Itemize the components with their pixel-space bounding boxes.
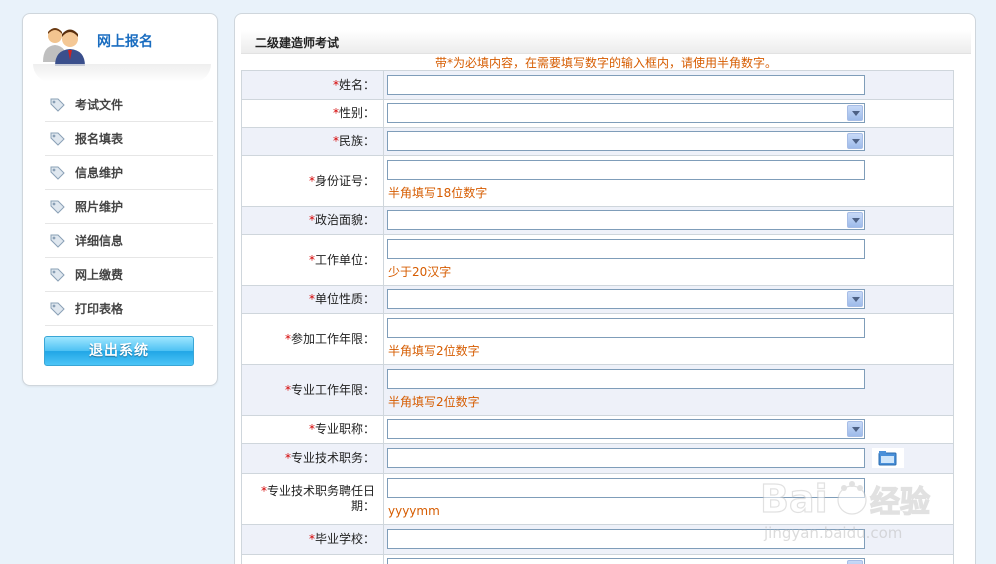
field-hint: 半角填写18位数字 xyxy=(388,186,488,200)
field-label: * 专业技术职务： xyxy=(242,444,384,473)
sidebar-item-details[interactable]: 详细信息 xyxy=(45,224,213,258)
sidebar-item-registration-form[interactable]: 报名填表 xyxy=(45,122,213,156)
field-hint: yyyymm xyxy=(388,504,440,518)
field-hint: 少于20汉字 xyxy=(388,265,452,279)
tag-icon xyxy=(50,166,65,180)
form-row-professional-years: * 专业工作年限： 半角填写2位数字 xyxy=(242,365,953,416)
chevron-down-icon[interactable] xyxy=(847,421,863,437)
field-label: * 身份证号： xyxy=(242,156,384,206)
page-title: 二级建造师考试 xyxy=(255,36,340,50)
field-hint: 半角填写2位数字 xyxy=(388,344,480,358)
sidebar-menu: 考试文件 报名填表 信息维护 照片维护 详细信息 网上缴费 打印表格 xyxy=(45,88,213,326)
sidebar-header-shadow xyxy=(33,64,211,82)
tag-icon xyxy=(50,268,65,282)
chevron-down-icon[interactable] xyxy=(847,133,863,149)
sidebar-item-label: 详细信息 xyxy=(75,234,124,248)
sidebar-item-photo-maintenance[interactable]: 照片维护 xyxy=(45,190,213,224)
id-number-input[interactable] xyxy=(387,160,865,180)
appointment-date-input[interactable] xyxy=(387,478,865,498)
tag-icon xyxy=(50,98,65,112)
tag-icon xyxy=(50,200,65,214)
form-row-employer: * 工作单位： 少于20汉字 xyxy=(242,235,953,286)
field-label: * 政治面貌： xyxy=(242,207,384,234)
employer-input[interactable] xyxy=(387,239,865,259)
form-row-technical-position: * 专业技术职务： xyxy=(242,444,953,474)
field-label: * 民族： xyxy=(242,128,384,155)
political-status-select[interactable] xyxy=(387,210,865,230)
sidebar-item-label: 报名填表 xyxy=(75,132,124,146)
registration-form: * 姓名： * 性别： * 民族： * 身份证号： 半角填写18位数字 * 政治面貌： xyxy=(241,70,954,564)
chevron-down-icon[interactable] xyxy=(847,212,863,228)
professional-title-select[interactable] xyxy=(387,419,865,439)
field-label: * 参加工作年限： xyxy=(242,314,384,364)
graduate-school-input[interactable] xyxy=(387,529,865,549)
field-label: * 姓名： xyxy=(242,71,384,99)
form-row-name: * 姓名： xyxy=(242,71,953,100)
main-panel: 二级建造师考试 带*为必填内容，在需要填写数字的输入框内，请使用半角数字。 * 姓… xyxy=(234,13,976,564)
years-working-input[interactable] xyxy=(387,318,865,338)
sidebar-item-info-maintenance[interactable]: 信息维护 xyxy=(45,156,213,190)
sidebar-title: 网上报名 xyxy=(97,34,153,50)
field-label: * 毕业学校： xyxy=(242,525,384,554)
field-label: * 工作单位： xyxy=(242,235,384,285)
form-row-id-number: * 身份证号： 半角填写18位数字 xyxy=(242,156,953,207)
field-label: * 专业职称： xyxy=(242,416,384,443)
page-title-bar: 二级建造师考试 xyxy=(241,30,971,54)
form-row-employer-type: * 单位性质： xyxy=(242,286,953,314)
sidebar-item-exam-files[interactable]: 考试文件 xyxy=(45,88,213,122)
form-row-professional-title: * 专业职称： xyxy=(242,416,953,444)
tag-icon xyxy=(50,132,65,146)
field-hint: 半角填写2位数字 xyxy=(388,395,480,409)
field-label: * 性别： xyxy=(242,100,384,127)
field-label: *专业技术职务聘任日期： xyxy=(242,474,384,524)
form-row-next xyxy=(242,555,953,564)
gender-select[interactable] xyxy=(387,103,865,123)
chevron-down-icon[interactable] xyxy=(847,291,863,307)
logout-button[interactable]: 退出系统 xyxy=(44,336,194,366)
required-notice: 带*为必填内容，在需要填写数字的输入框内，请使用半角数字。 xyxy=(434,56,777,70)
sidebar-item-label: 打印表格 xyxy=(75,302,124,316)
sidebar-item-print-form[interactable]: 打印表格 xyxy=(45,292,213,326)
form-row-ethnicity: * 民族： xyxy=(242,128,953,156)
sidebar-item-label: 网上缴费 xyxy=(75,268,124,282)
select-position-button[interactable] xyxy=(872,448,904,468)
chevron-down-icon[interactable] xyxy=(847,560,863,564)
employer-type-select[interactable] xyxy=(387,289,865,309)
tag-icon xyxy=(50,302,65,316)
field-label: * 专业工作年限： xyxy=(242,365,384,415)
professional-years-input[interactable] xyxy=(387,369,865,389)
field-label: * 单位性质： xyxy=(242,286,384,313)
field-label xyxy=(242,555,384,564)
folder-icon xyxy=(878,451,897,466)
tag-icon xyxy=(50,234,65,248)
sidebar-item-label: 考试文件 xyxy=(75,98,124,112)
form-row-gender: * 性别： xyxy=(242,100,953,128)
form-row-appointment-date: *专业技术职务聘任日期： yyyymm xyxy=(242,474,953,525)
chevron-down-icon[interactable] xyxy=(847,105,863,121)
sidebar-item-label: 信息维护 xyxy=(75,166,124,180)
form-row-graduate-school: * 毕业学校： xyxy=(242,525,953,555)
sidebar-header: 网上报名 xyxy=(23,14,217,82)
users-icon xyxy=(43,28,85,66)
name-input[interactable] xyxy=(387,75,865,95)
technical-position-input[interactable] xyxy=(387,448,865,468)
ethnicity-select[interactable] xyxy=(387,131,865,151)
next-select[interactable] xyxy=(387,558,865,564)
sidebar-item-online-payment[interactable]: 网上缴费 xyxy=(45,258,213,292)
form-row-political-status: * 政治面貌： xyxy=(242,207,953,235)
sidebar: 网上报名 考试文件 报名填表 信息维护 照片维护 详细信息 网上缴费 打印表格 … xyxy=(22,13,218,386)
sidebar-item-label: 照片维护 xyxy=(75,200,124,214)
form-row-years-working: * 参加工作年限： 半角填写2位数字 xyxy=(242,314,953,365)
